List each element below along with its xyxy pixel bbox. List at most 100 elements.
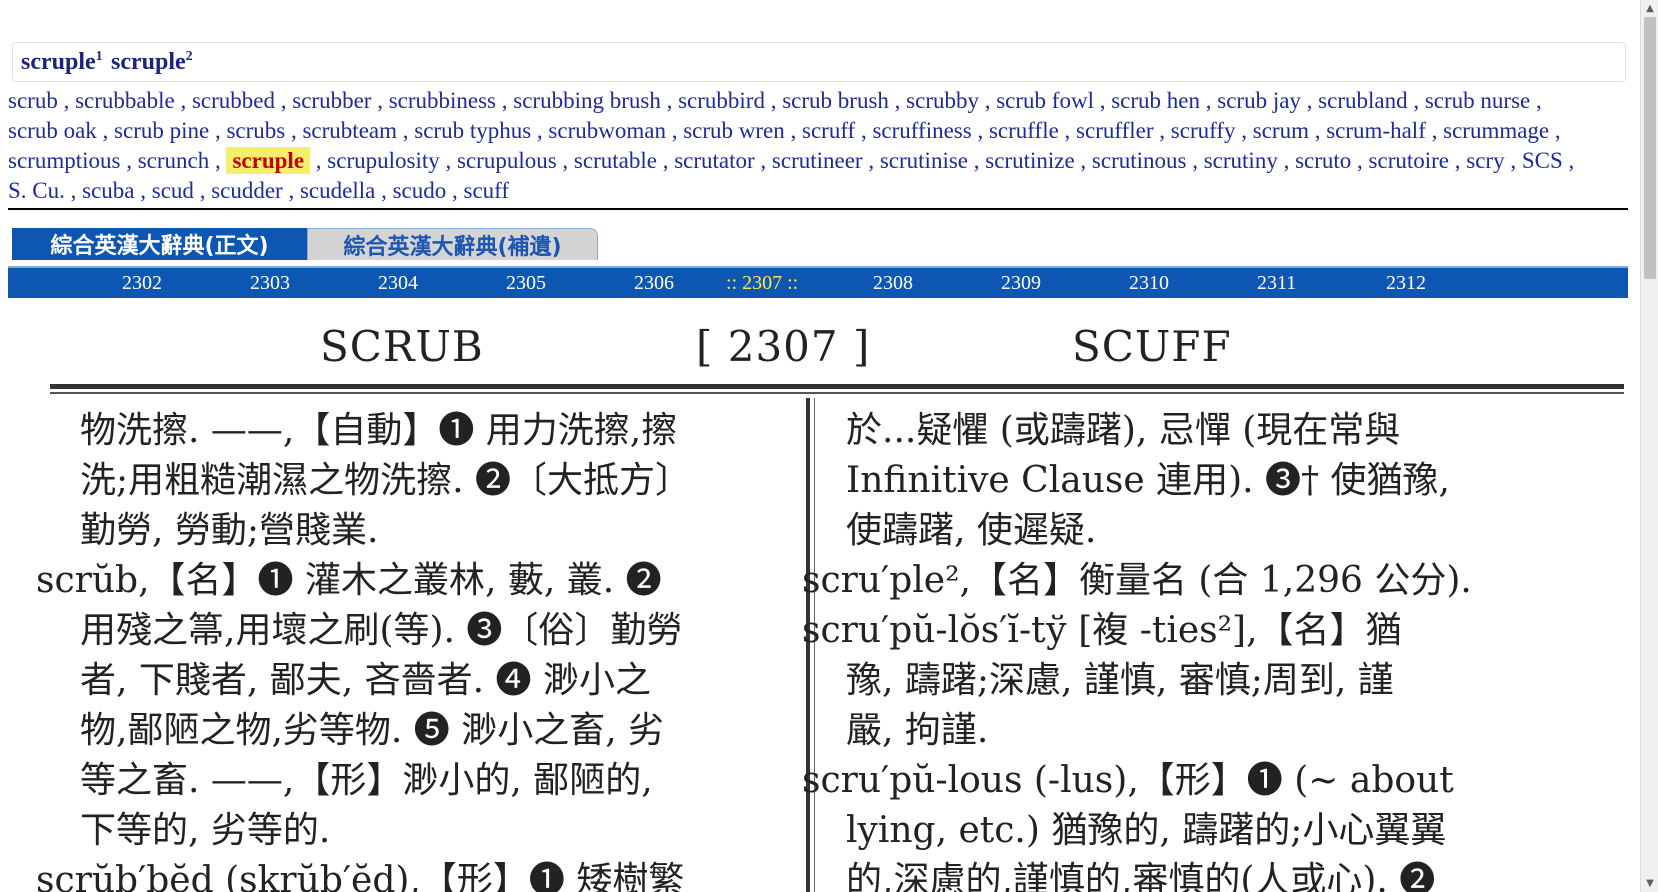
scan-column-left: 物洗擦. ——,【自動】❶ 用力洗擦,擦 洗;用粗糙潮濕之物洗擦. ❷〔大抵方〕勤… bbox=[36, 406, 691, 892]
related-word-link[interactable]: scrunch bbox=[138, 148, 210, 173]
related-word-link[interactable]: scrub hen bbox=[1111, 88, 1200, 113]
related-word-link[interactable]: scrub bbox=[8, 88, 58, 113]
related-word-link[interactable]: scrub typhus bbox=[414, 118, 531, 143]
related-word-link[interactable]: scud bbox=[152, 178, 194, 203]
tab-main-text[interactable]: 綜合英漢大辭典(正文) bbox=[12, 228, 307, 260]
related-word-link[interactable]: scrubwoman bbox=[548, 118, 666, 143]
headword-line: scru′pŭ-lŏs′ĭ-tў [複 -ties²],【名】猶 bbox=[802, 610, 1402, 651]
separator: , bbox=[1093, 88, 1112, 113]
tab-supplement[interactable]: 綜合英漢大辭典(補遺) bbox=[307, 228, 598, 260]
scroll-down-arrow-icon[interactable]: ▼ bbox=[1641, 875, 1658, 892]
related-word-link[interactable]: scruffy bbox=[1171, 118, 1236, 143]
related-word-link[interactable]: scrubbed bbox=[192, 88, 275, 113]
separator: , bbox=[556, 148, 574, 173]
entry-link-scruple-2[interactable]: scruple2 bbox=[111, 49, 193, 76]
related-word-link[interactable]: scrutinise bbox=[880, 148, 968, 173]
related-word-link[interactable]: scrutinize bbox=[985, 148, 1074, 173]
related-word-link[interactable]: scrubbiness bbox=[389, 88, 496, 113]
related-word-link[interactable]: scudella bbox=[300, 178, 375, 203]
related-word-current[interactable]: scruple bbox=[226, 147, 311, 174]
separator: , bbox=[375, 178, 393, 203]
related-word-link[interactable]: scuba bbox=[82, 178, 134, 203]
related-word-link[interactable]: scrutoire bbox=[1369, 148, 1449, 173]
separator: , bbox=[64, 178, 83, 203]
definition-line: lying, etc.) 猶豫的, 躊躇的;小心翼翼 bbox=[846, 810, 1447, 851]
related-word-link[interactable]: scrub wren bbox=[683, 118, 785, 143]
related-word-link[interactable]: scudder bbox=[211, 178, 283, 203]
related-word-link[interactable]: scrub brush bbox=[782, 88, 889, 113]
separator: , bbox=[193, 178, 212, 203]
related-word-link[interactable]: scrumptious bbox=[8, 148, 120, 173]
separator: , bbox=[784, 118, 802, 143]
separator: , bbox=[978, 88, 997, 113]
related-word-link[interactable]: scrupulosity bbox=[327, 148, 439, 173]
related-word-link[interactable]: scrub pine bbox=[114, 118, 209, 143]
related-word-link[interactable]: SCS bbox=[1522, 148, 1563, 173]
separator: , bbox=[1449, 148, 1467, 173]
related-word-link[interactable]: scrubbable bbox=[75, 88, 175, 113]
entry-link-scruple-1[interactable]: scruple1 bbox=[21, 49, 103, 76]
page-link[interactable]: 2305 bbox=[506, 272, 546, 295]
page-link[interactable]: 2311 bbox=[1257, 272, 1296, 295]
scroll-up-arrow-icon[interactable]: ▲ bbox=[1641, 0, 1658, 17]
related-word-link[interactable]: scruff bbox=[802, 118, 855, 143]
related-word-link[interactable]: scrubs bbox=[226, 118, 285, 143]
definition-line: 者, 下賤者, 鄙夫, 吝嗇者. ❹ 渺小之 bbox=[80, 660, 651, 701]
related-word-link[interactable]: scrum-half bbox=[1326, 118, 1426, 143]
vertical-scrollbar[interactable]: ▲ ▼ bbox=[1640, 0, 1658, 892]
page-link[interactable]: 2302 bbox=[122, 272, 162, 295]
page-link[interactable]: 2309 bbox=[1001, 272, 1041, 295]
separator: , bbox=[862, 148, 880, 173]
related-word-link[interactable]: scruto bbox=[1295, 148, 1351, 173]
related-word-link[interactable]: S. Cu. bbox=[8, 178, 65, 203]
scanned-dictionary-page: SCRUB [ 2307 ] SCUFF 物洗擦. ——,【自動】❶ 用力洗擦,… bbox=[36, 302, 1636, 892]
scrollbar-thumb[interactable] bbox=[1644, 17, 1656, 279]
related-word-link[interactable]: scrutator bbox=[674, 148, 754, 173]
related-word-link[interactable]: scudo bbox=[393, 178, 447, 203]
related-word-link[interactable]: scrubber bbox=[292, 88, 371, 113]
page-link[interactable]: 2308 bbox=[873, 272, 913, 295]
related-word-link[interactable]: scrutineer bbox=[772, 148, 863, 173]
scan-column-right: 於...疑懼 (或躊躇), 忌憚 (現在常與 Infinitive Clause … bbox=[802, 406, 1472, 892]
headword-line: scru′pŭ-lous (-lus),【形】❶ (~ about bbox=[802, 760, 1454, 801]
related-word-link[interactable]: scry bbox=[1466, 148, 1504, 173]
separator: , bbox=[446, 178, 464, 203]
definition-line: 洗;用粗糙潮濕之物洗擦. ❷〔大抵方〕 bbox=[80, 460, 692, 501]
related-word-link[interactable]: scrub nurse bbox=[1425, 88, 1530, 113]
related-word-link[interactable]: scrupulous bbox=[457, 148, 557, 173]
separator: , bbox=[754, 148, 772, 173]
separator: , bbox=[209, 148, 227, 173]
page-link[interactable]: 2310 bbox=[1129, 272, 1169, 295]
related-word-link[interactable]: scrubteam bbox=[302, 118, 397, 143]
related-word-link[interactable]: scrutiny bbox=[1204, 148, 1278, 173]
separator: , bbox=[96, 118, 115, 143]
related-word-link[interactable]: scrubbird bbox=[678, 88, 765, 113]
related-word-link[interactable]: scrub fowl bbox=[996, 88, 1094, 113]
related-word-link[interactable]: scrum bbox=[1253, 118, 1309, 143]
related-word-link[interactable]: scrub oak bbox=[8, 118, 97, 143]
separator: , bbox=[496, 88, 514, 113]
separator: , bbox=[209, 118, 227, 143]
related-word-link[interactable]: scruffle bbox=[989, 118, 1059, 143]
related-word-link[interactable]: scrub jay bbox=[1217, 88, 1301, 113]
page-link[interactable]: 2312 bbox=[1386, 272, 1426, 295]
related-word-link[interactable]: scrubland bbox=[1318, 88, 1407, 113]
separator: , bbox=[310, 148, 328, 173]
related-words-list: scrub , scrubbable , scrubbed , scrubber… bbox=[8, 86, 1628, 206]
related-word-link[interactable]: scrummage bbox=[1443, 118, 1549, 143]
page-link[interactable]: 2304 bbox=[378, 272, 418, 295]
related-word-link[interactable]: scruffiness bbox=[872, 118, 971, 143]
definition-line: Infinitive Clause 連用). ❸† 使猶豫, bbox=[846, 460, 1450, 501]
definition-line: 下等的, 劣等的. bbox=[80, 810, 331, 851]
related-word-link[interactable]: scrutable bbox=[574, 148, 657, 173]
related-word-link[interactable]: scrubbing brush bbox=[513, 88, 661, 113]
page-link[interactable]: 2303 bbox=[250, 272, 290, 295]
headword-line: scrŭb′bĕd (skrŭb′ĕd),【形】❶ 矮樹繁 bbox=[36, 860, 685, 892]
page-link[interactable]: 2306 bbox=[634, 272, 674, 295]
separator: , bbox=[1058, 118, 1077, 143]
related-word-link[interactable]: scrutinous bbox=[1092, 148, 1187, 173]
related-word-link[interactable]: scuff bbox=[464, 178, 510, 203]
related-word-link[interactable]: scrubby bbox=[906, 88, 979, 113]
related-word-link[interactable]: scruffler bbox=[1076, 118, 1153, 143]
separator: , bbox=[134, 178, 152, 203]
